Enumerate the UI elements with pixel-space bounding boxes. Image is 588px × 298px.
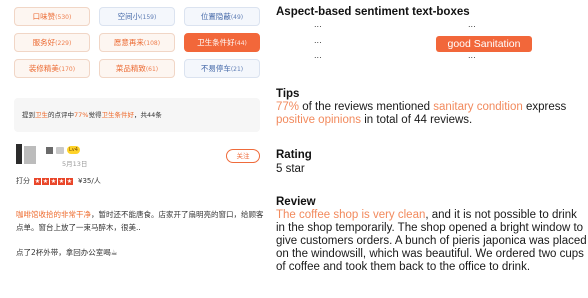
ellipsis: ... bbox=[314, 51, 322, 60]
user-badges: Lv4 bbox=[46, 146, 80, 154]
user-badge-icon bbox=[46, 146, 53, 154]
rating-row: 打分 ★ ★ ★ ★ ★ ¥35/人 bbox=[16, 176, 101, 186]
rating-value: 5 star bbox=[276, 163, 305, 175]
tag-fine-decoration[interactable]: 装修精美(170) bbox=[14, 59, 90, 78]
avatar[interactable] bbox=[16, 144, 38, 166]
tag-row: 装修精美(170) 菜品精致(61) 不易停车(21) bbox=[14, 59, 260, 78]
ellipsis: ... bbox=[468, 20, 476, 29]
sentiment-summary: 提到卫生的点评中77%觉得卫生条件好，共44条 bbox=[14, 98, 260, 132]
tag-good-service[interactable]: 服务好(229) bbox=[14, 33, 90, 52]
tag-taste-good[interactable]: 口味赞(530) bbox=[14, 7, 90, 26]
ellipsis: ... bbox=[468, 51, 476, 60]
rating-label: 打分 bbox=[16, 177, 30, 185]
tips-text: 77% of the reviews mentioned sanitary co… bbox=[276, 101, 567, 126]
avatar-block bbox=[24, 146, 36, 164]
rating-title: Rating bbox=[276, 149, 312, 161]
star-icon: ★ bbox=[34, 177, 41, 185]
review-title: Review bbox=[276, 196, 316, 208]
app-screenshot-panel: 口味赞(530) 空间小(159) 位置隐蔽(49) 服务好(229) 愿意再来… bbox=[0, 0, 272, 298]
review-text: 咖啡馆收拾的非常干净，暂时还不能唐食。店家开了扇明亮的窗口，给顾客点单。窗台上放… bbox=[16, 210, 264, 232]
avatar-block bbox=[16, 144, 22, 164]
tag-hidden-location[interactable]: 位置隐蔽(49) bbox=[184, 7, 260, 26]
tag-hard-parking[interactable]: 不易停车(21) bbox=[184, 59, 260, 78]
tag-willing-return[interactable]: 愿意再来(108) bbox=[99, 33, 175, 52]
star-icon: ★ bbox=[50, 177, 57, 185]
review-date: 5月13日 bbox=[62, 160, 88, 168]
star-icon: ★ bbox=[58, 177, 65, 185]
ellipsis: ... bbox=[314, 20, 322, 29]
reviewer-header: Lv4 5月13日 关注 bbox=[16, 144, 260, 168]
tag-good-sanitation[interactable]: 卫生条件好(44) bbox=[184, 33, 260, 52]
level-badge: Lv4 bbox=[67, 146, 80, 154]
star-rating: ★ ★ ★ ★ ★ bbox=[34, 177, 74, 185]
price-per-person: ¥35/人 bbox=[78, 177, 101, 185]
star-icon: ★ bbox=[42, 177, 49, 185]
annotation-panel: Aspect-based sentiment text-boxes ... ..… bbox=[276, 0, 588, 298]
ellipsis: ... bbox=[314, 36, 322, 45]
textboxes-title: Aspect-based sentiment text-boxes bbox=[276, 6, 470, 18]
review-translation-highlight: The coffee shop is very clean bbox=[276, 209, 426, 221]
user-badge-icon bbox=[56, 146, 64, 154]
aspect-textbox: good Sanitation bbox=[436, 36, 532, 52]
review-tag-grid: 口味赞(530) 空间小(159) 位置隐蔽(49) 服务好(229) 愿意再来… bbox=[14, 7, 260, 85]
follow-button[interactable]: 关注 bbox=[226, 149, 260, 163]
tips-title: Tips bbox=[276, 88, 300, 100]
tag-exquisite-dishes[interactable]: 菜品精致(61) bbox=[99, 59, 175, 78]
tag-row: 服务好(229) 愿意再来(108) 卫生条件好(44) bbox=[14, 33, 260, 52]
review-highlight: 咖啡馆收拾的非常干净 bbox=[16, 210, 91, 219]
tag-small-space[interactable]: 空间小(159) bbox=[99, 7, 175, 26]
tag-row: 口味赞(530) 空间小(159) 位置隐蔽(49) bbox=[14, 7, 260, 26]
review-translation: The coffee shop is very clean, and it is… bbox=[276, 209, 587, 273]
star-icon: ★ bbox=[66, 177, 73, 185]
review-text-line2: 点了2杯外带，拿回办公室喝☕ bbox=[16, 248, 118, 257]
